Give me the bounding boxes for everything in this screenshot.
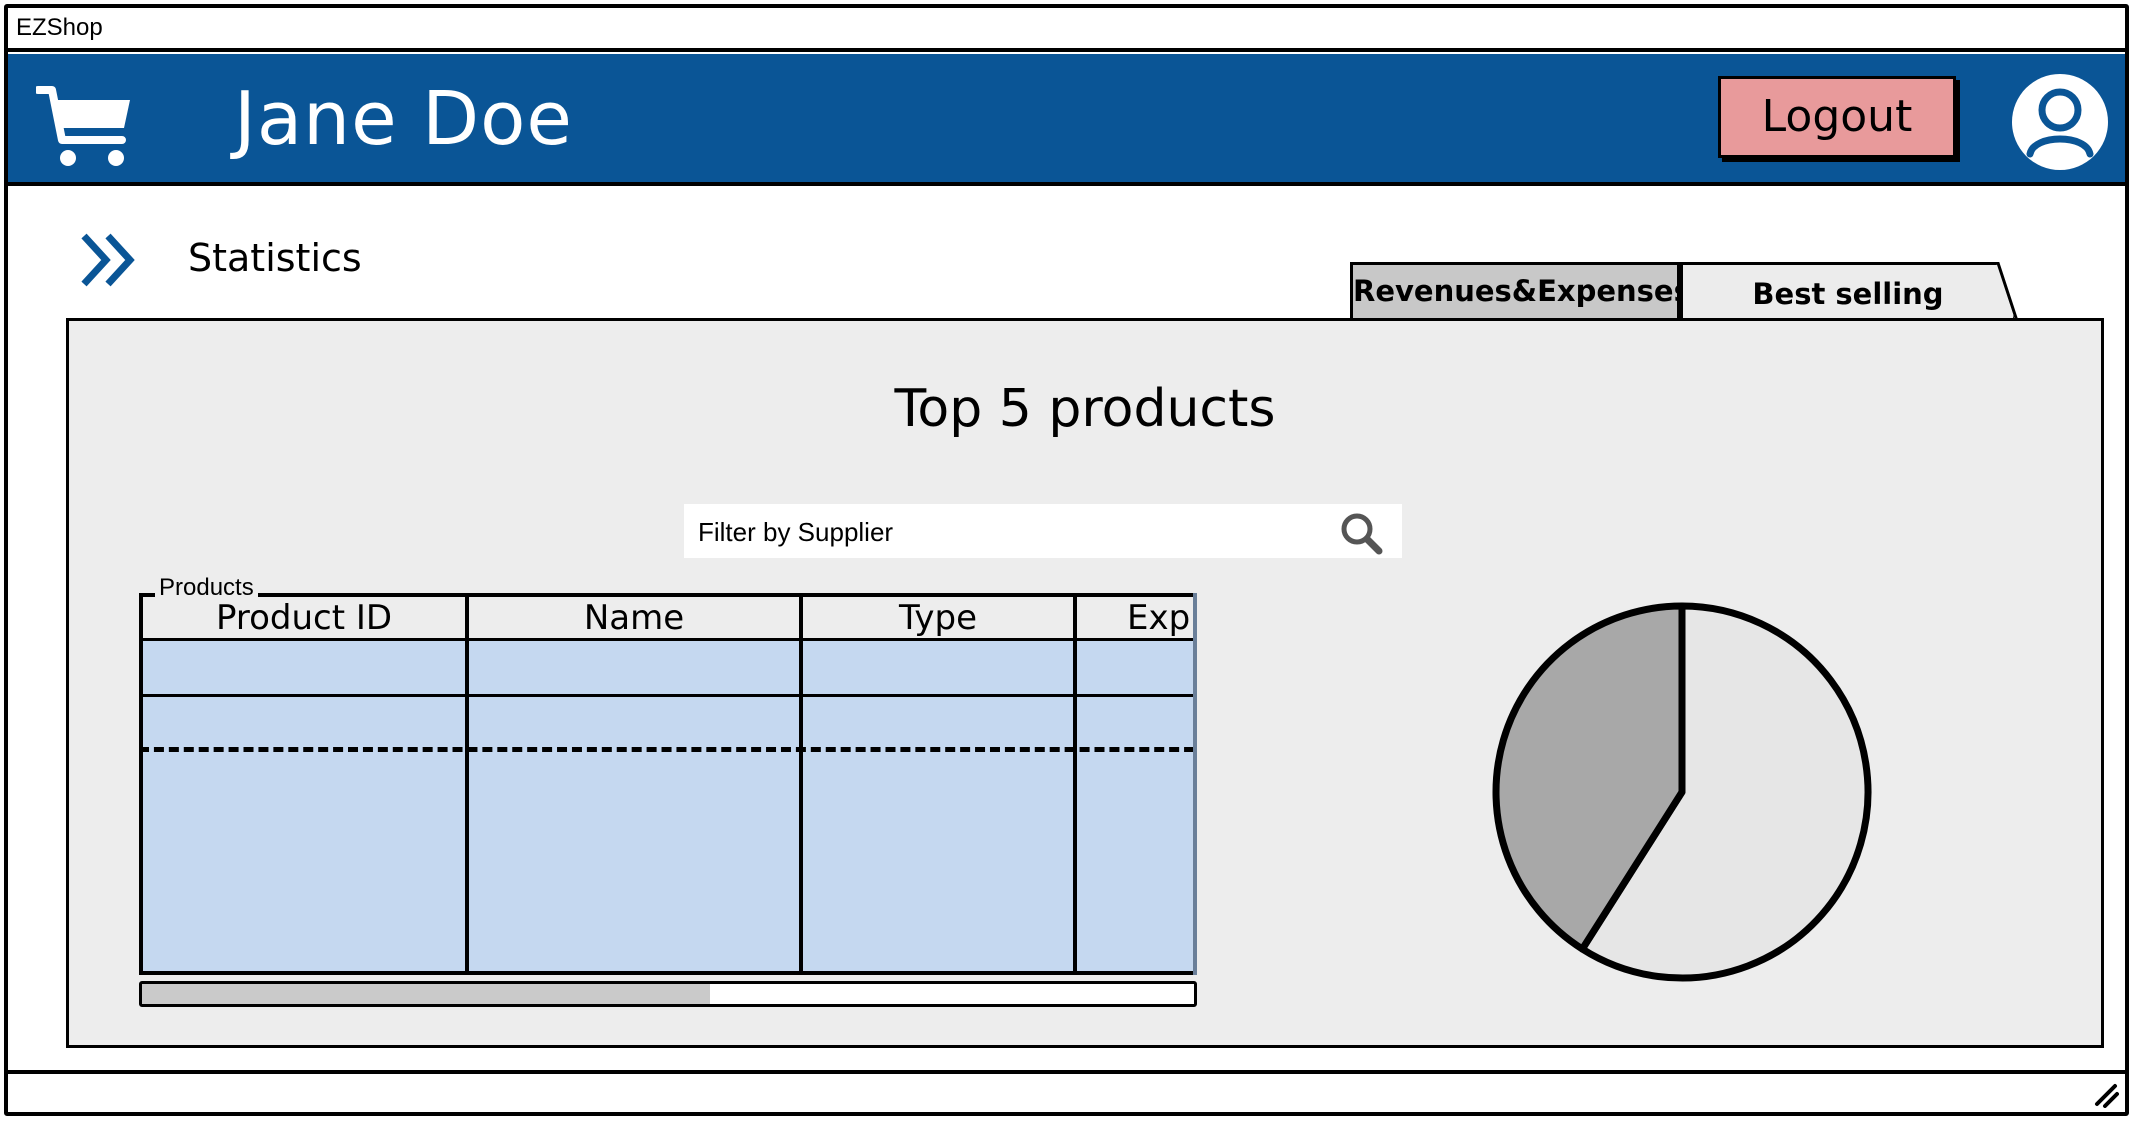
- double-chevron-right-icon[interactable]: [78, 230, 142, 290]
- table-right-edge: [1193, 593, 1197, 975]
- table-header: Product ID Name Type Exp: [143, 597, 1195, 641]
- user-name: Jane Doe: [234, 76, 573, 162]
- section-title: Statistics: [188, 236, 362, 280]
- table-row-placeholder: [143, 747, 1195, 752]
- column-header-type[interactable]: Type: [803, 597, 1073, 639]
- panel-title: Top 5 products: [894, 379, 1276, 439]
- scrollbar-thumb[interactable]: [142, 984, 711, 1004]
- tab-best-selling-products[interactable]: Best selling products: [1680, 262, 2016, 324]
- supplier-filter: [684, 504, 1402, 560]
- supplier-filter-input[interactable]: [684, 504, 1340, 560]
- column-header-exp[interactable]: Exp: [1077, 597, 1195, 639]
- column-divider: [1073, 597, 1077, 971]
- app-window: EZShop Jane Doe Logout Statistics Revenu…: [4, 4, 2129, 1116]
- app-header: Jane Doe Logout: [8, 54, 2125, 186]
- tab-revenues-expenses[interactable]: Revenues&Expenses: [1350, 262, 1691, 320]
- products-table: Product ID Name Type Exp: [139, 593, 1195, 975]
- search-icon[interactable]: [1338, 510, 1384, 556]
- column-header-product-id[interactable]: Product ID: [143, 597, 465, 639]
- status-bar: [8, 1070, 2125, 1112]
- table-row-selected[interactable]: [143, 641, 1195, 697]
- tab-edge: [1980, 262, 2020, 324]
- cart-icon[interactable]: [36, 84, 138, 170]
- window-title: EZShop: [16, 14, 103, 41]
- user-avatar-icon[interactable]: [2010, 72, 2110, 172]
- statistics-panel: Top 5 products Product ID Name Type Exp …: [66, 318, 2104, 1048]
- logout-button[interactable]: Logout: [1718, 76, 1956, 158]
- column-divider: [465, 597, 469, 971]
- table-horizontal-scrollbar[interactable]: [139, 981, 1197, 1007]
- table-legend: Products: [155, 574, 258, 602]
- window-titlebar: EZShop: [8, 8, 2125, 52]
- column-header-name[interactable]: Name: [469, 597, 799, 639]
- resize-grip-icon[interactable]: [2093, 1082, 2119, 1108]
- column-divider: [799, 597, 803, 971]
- pie-chart: [1492, 602, 1872, 982]
